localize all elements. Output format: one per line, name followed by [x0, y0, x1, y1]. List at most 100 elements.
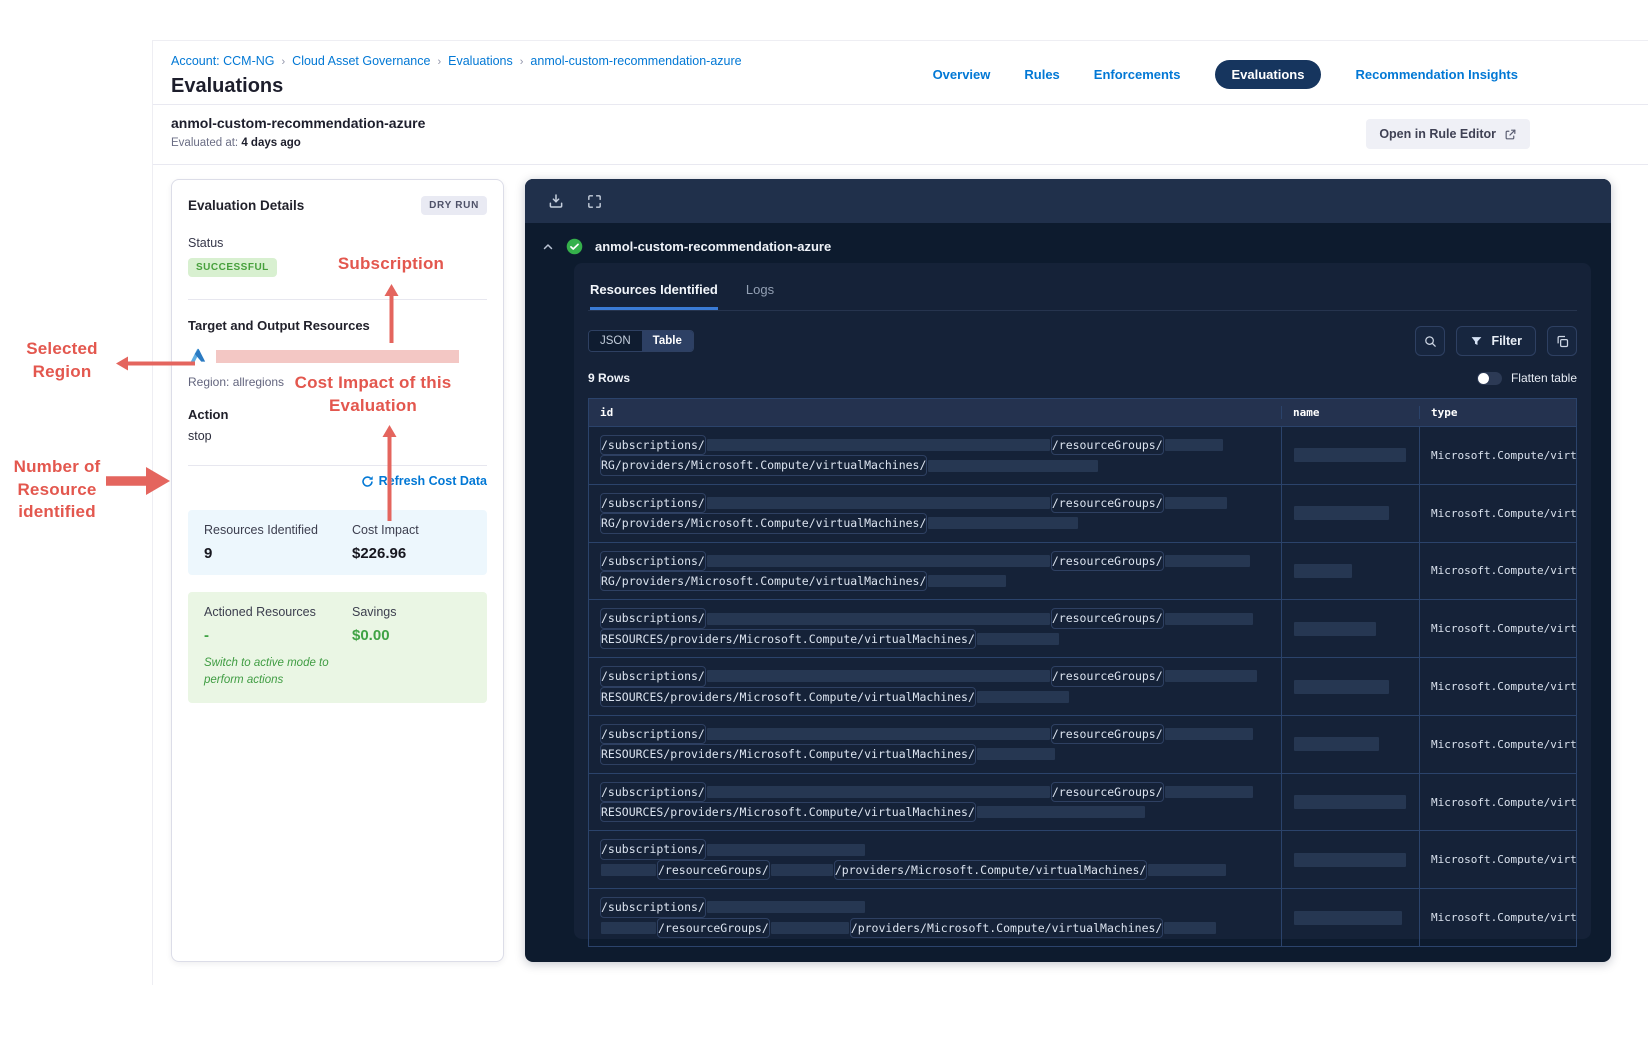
filter-label: Filter: [1491, 334, 1522, 348]
cell-type: Microsoft.Compute/virtu: [1419, 889, 1576, 947]
subheader-divider: [153, 164, 1648, 165]
redacted-value: [1294, 506, 1389, 521]
toggle-switch-icon: [1476, 371, 1502, 385]
open-rule-editor-button[interactable]: Open in Rule Editor: [1366, 119, 1530, 149]
table-row[interactable]: /subscriptions//resourceGroups/RG/provid…: [589, 426, 1576, 484]
breadcrumb: Account: CCM-NG › Cloud Asset Governance › E…: [171, 54, 742, 68]
nav-item-rules[interactable]: Rules: [1024, 67, 1059, 82]
table-row[interactable]: /subscriptions//resourceGroups//provider…: [589, 888, 1576, 947]
refresh-cost-data-link[interactable]: Refresh Cost Data: [361, 474, 487, 488]
table-row[interactable]: /subscriptions//resourceGroups/RG/provid…: [589, 541, 1576, 600]
redacted-value: [976, 632, 1059, 645]
breadcrumb-separator: ›: [281, 56, 286, 68]
resources-identified-value: 9: [204, 544, 213, 562]
nav-item-overview[interactable]: Overview: [933, 67, 991, 82]
results-toolbar: [525, 179, 1611, 223]
annotation-arrow-subscription: [384, 284, 399, 343]
redacted-value: [1148, 864, 1227, 877]
cell-id: /subscriptions//resourceGroups/RG/provid…: [589, 485, 1281, 542]
redacted-value: [706, 785, 1050, 798]
table-row[interactable]: /subscriptions//resourceGroups/RESOURCES…: [589, 599, 1576, 658]
breadcrumb-item[interactable]: Account: CCM-NG: [171, 54, 275, 68]
cell-name: [1281, 715, 1419, 773]
tab-logs[interactable]: Logs: [746, 282, 774, 310]
breadcrumb-item[interactable]: Evaluations: [448, 54, 513, 68]
table-row[interactable]: /subscriptions//resourceGroups/RG/provid…: [589, 483, 1576, 542]
table-row[interactable]: /subscriptions//resourceGroups/RESOURCES…: [589, 714, 1576, 773]
redacted-value: [1294, 679, 1389, 694]
download-icon[interactable]: [545, 190, 567, 212]
flatten-table-label: Flatten table: [1510, 371, 1577, 385]
redacted-value: [1164, 554, 1250, 567]
table-row[interactable]: /subscriptions//resourceGroups/RESOURCES…: [589, 657, 1576, 715]
nav-item-evaluations[interactable]: Evaluations: [1214, 60, 1322, 89]
annotation-num-resources: Number of Resource identified: [13, 457, 101, 522]
redacted-value: [1164, 439, 1223, 452]
annotation-cost-impact: Cost Impact of this Evaluation: [294, 373, 452, 415]
redacted-value: [1164, 728, 1253, 741]
cell-name: [1281, 542, 1419, 600]
cell-id: /subscriptions//resourceGroups//provider…: [589, 889, 1281, 946]
nav-item-enforcements[interactable]: Enforcements: [1094, 67, 1181, 82]
actioned-savings-stats: Actioned Resources - Savings $0.00 Switc…: [188, 591, 487, 704]
cost-impact-value: $226.96: [352, 544, 407, 562]
cell-type: Microsoft.Compute/virtu: [1419, 658, 1576, 715]
copy-button[interactable]: [1547, 326, 1577, 356]
success-check-icon: [566, 238, 583, 255]
evaluation-details-title: Evaluation Details: [188, 198, 305, 213]
cell-type: Microsoft.Compute/virtu: [1419, 484, 1576, 542]
active-mode-note: Switch to active mode to perform actions: [204, 656, 329, 687]
cell-name: [1281, 600, 1419, 658]
redacted-value: [706, 670, 1050, 683]
tab-resources-identified[interactable]: Resources Identified: [590, 282, 718, 310]
table-row[interactable]: /subscriptions//resourceGroups/RESOURCES…: [589, 772, 1576, 831]
target-resources-label: Target and Output Resources: [188, 318, 370, 333]
redacted-value: [976, 748, 1055, 761]
redacted-value: [1164, 612, 1253, 625]
table-row[interactable]: /subscriptions//resourceGroups//provider…: [589, 830, 1576, 889]
table-meta-row: 9 Rows Flatten table: [588, 371, 1577, 385]
view-json-button[interactable]: JSON: [589, 331, 642, 351]
column-header-type: type: [1419, 406, 1576, 419]
annotation-subscription: Subscription: [337, 254, 445, 273]
redacted-value: [1294, 737, 1379, 752]
filter-button[interactable]: Filter: [1456, 326, 1536, 356]
view-toggle: JSON Table: [588, 330, 694, 352]
search-button[interactable]: [1415, 326, 1446, 356]
redacted-value: [976, 806, 1145, 819]
page-title: Evaluations: [171, 75, 284, 97]
evaluation-name: anmol-custom-recommendation-azure: [171, 115, 426, 131]
nav-item-recommendation-insights[interactable]: Recommendation Insights: [1355, 67, 1518, 82]
savings-value: $0.00: [352, 626, 390, 644]
external-link-icon: [1505, 129, 1516, 139]
cell-id: /subscriptions//resourceGroups/RG/provid…: [589, 427, 1281, 484]
redacted-value: [1294, 448, 1406, 463]
redacted-value: [770, 921, 849, 934]
evaluated-at: Evaluated at: 4 days ago: [171, 137, 425, 149]
annotation-arrow-cost-impact: [382, 425, 397, 521]
redacted-value: [928, 575, 1007, 588]
actioned-resources-label: Actioned Resources: [204, 604, 316, 619]
cell-name: [1281, 773, 1419, 831]
redacted-value: [1164, 785, 1253, 798]
breadcrumb-item[interactable]: Cloud Asset Governance: [292, 54, 430, 68]
cell-name: [1281, 484, 1419, 542]
flatten-table-toggle[interactable]: Flatten table: [1476, 371, 1577, 385]
column-header-id: id: [600, 406, 614, 419]
divider: [188, 299, 487, 300]
subscription-redacted: [216, 349, 459, 363]
action-value: stop: [188, 429, 212, 443]
annotation-arrow-selected-region: [116, 356, 195, 371]
fullscreen-icon[interactable]: [583, 190, 605, 212]
redacted-value: [706, 439, 1050, 452]
view-table-button[interactable]: Table: [641, 331, 693, 351]
redacted-value: [1164, 496, 1227, 509]
result-title: anmol-custom-recommendation-azure: [595, 239, 832, 254]
cell-id: /subscriptions//resourceGroups/RESOURCES…: [589, 658, 1281, 715]
cell-type: Microsoft.Compute/virtu: [1419, 773, 1576, 831]
collapse-chevron-up-icon[interactable]: [542, 241, 554, 253]
cell-type: Microsoft.Compute/virtu: [1419, 715, 1576, 773]
redacted-value: [601, 864, 656, 877]
redacted-value: [601, 921, 656, 934]
breadcrumb-item[interactable]: anmol-custom-recommendation-azure: [530, 54, 741, 68]
